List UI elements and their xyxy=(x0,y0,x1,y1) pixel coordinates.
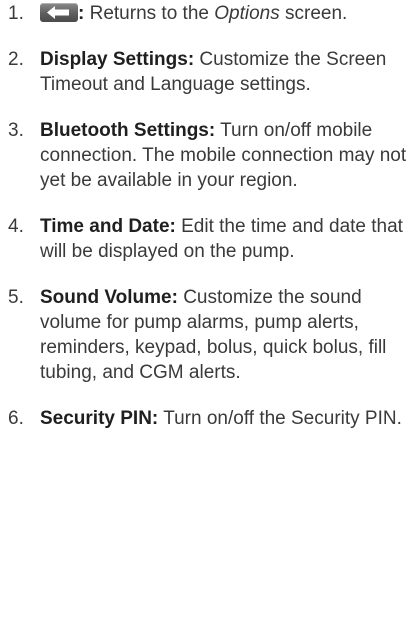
options-emphasis: Options xyxy=(214,3,280,24)
list-item-display-settings: 2. Display Settings: Customize the Scree… xyxy=(0,47,416,97)
item-number: 2. xyxy=(8,49,24,70)
back-arrow-icon xyxy=(40,3,78,22)
item-text-after: screen. xyxy=(279,3,348,24)
item-description: Turn on/off the Security PIN. xyxy=(158,408,402,429)
item-number: 5. xyxy=(8,287,24,308)
list-item-bluetooth-settings: 3. Bluetooth Settings: Turn on/off mobil… xyxy=(0,118,416,193)
list-item-time-and-date: 4. Time and Date: Edit the time and date… xyxy=(0,214,416,264)
item-term: Display Settings: xyxy=(40,49,195,70)
list-item-back: 1. : Returns to the Options screen. xyxy=(0,1,416,26)
list-item-security-pin: 6. Security PIN: Turn on/off the Securit… xyxy=(0,406,416,431)
item-term: Bluetooth Settings: xyxy=(40,120,216,141)
item-number: 6. xyxy=(8,408,24,429)
item-term: Security PIN: xyxy=(40,408,159,429)
item-term: Time and Date: xyxy=(40,216,176,237)
item-term: Sound Volume: xyxy=(40,287,178,308)
list-item-sound-volume: 5. Sound Volume: Customize the sound vol… xyxy=(0,285,416,385)
settings-list: 1. : Returns to the Options screen. 2. D… xyxy=(0,1,416,431)
item-text-before: Returns to the xyxy=(84,3,215,24)
item-number: 3. xyxy=(8,120,24,141)
item-number: 1. xyxy=(8,3,24,24)
item-number: 4. xyxy=(8,216,24,237)
